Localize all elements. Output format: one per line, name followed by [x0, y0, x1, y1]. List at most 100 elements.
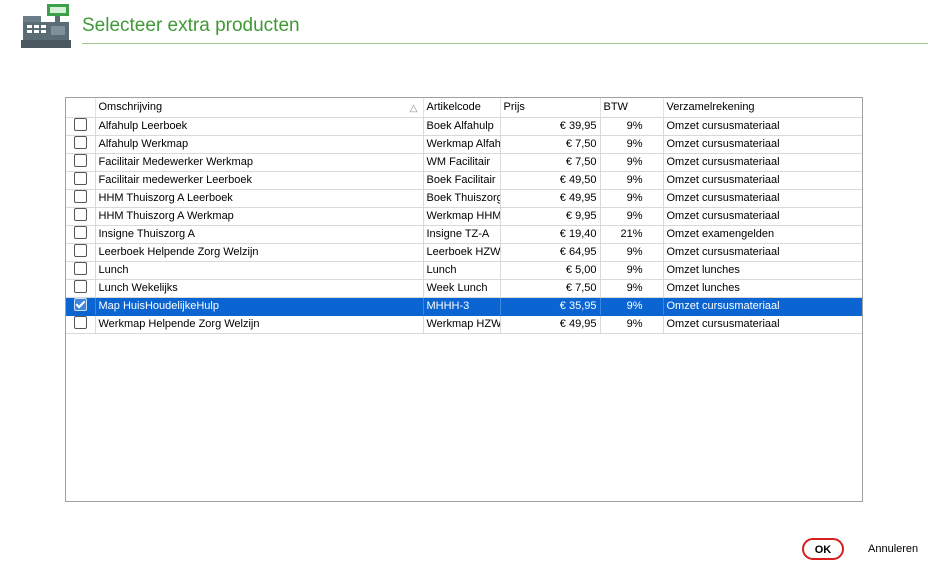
cell-btw: 9%: [600, 297, 664, 316]
cell-omschrijving: HHM Thuiszorg A Werkmap: [95, 207, 424, 226]
cell-btw: 9%: [600, 189, 664, 208]
column-header-artikelcode[interactable]: Artikelcode: [423, 98, 501, 118]
row-checkbox[interactable]: [73, 298, 87, 312]
cell-btw: 9%: [600, 207, 664, 226]
table-row[interactable]: Werkmap Helpende Zorg Welzijn Werkmap HZW…: [66, 315, 862, 334]
column-header-btw[interactable]: BTW: [600, 98, 664, 118]
cell-artikelcode: Week Lunch: [423, 279, 501, 298]
row-checkbox[interactable]: [73, 280, 87, 294]
cell-omschrijving: HHM Thuiszorg A Leerboek: [95, 189, 424, 208]
cell-prijs: € 7,50: [500, 153, 601, 172]
sort-ascending-icon: △: [409, 103, 418, 114]
cell-btw: 9%: [600, 135, 664, 154]
cell-prijs: € 49,95: [500, 315, 601, 334]
row-checkbox-cell[interactable]: [66, 225, 96, 244]
table-row[interactable]: Insigne Thuiszorg A Insigne TZ-A € 19,40 21…: [66, 225, 862, 244]
cell-prijs: € 7,50: [500, 135, 601, 154]
cell-verzamelrekening: Omzet cursusmateriaal: [663, 189, 862, 208]
cell-btw: 9%: [600, 171, 664, 190]
cell-omschrijving: Leerboek Helpende Zorg Welzijn: [95, 243, 424, 262]
table-row[interactable]: Alfahulp Leerboek Boek Alfahulp € 39,95 9% O…: [66, 117, 862, 136]
column-header-verzamelrekening[interactable]: Verzamelrekening: [663, 98, 862, 118]
row-checkbox-cell[interactable]: [66, 315, 96, 334]
row-checkbox[interactable]: [73, 154, 87, 168]
table-row[interactable]: HHM Thuiszorg A Werkmap Werkmap HHM € 9,95…: [66, 207, 862, 226]
products-table: Omschrijving △ Artikelcode Prijs BTW Verz…: [66, 98, 862, 334]
row-checkbox[interactable]: [73, 118, 87, 132]
row-checkbox-cell[interactable]: [66, 261, 96, 280]
column-header-omschrijving[interactable]: Omschrijving △: [95, 98, 424, 118]
cell-prijs: € 5,00: [500, 261, 601, 280]
cell-artikelcode: Boek Alfahulp: [423, 117, 501, 136]
cell-verzamelrekening: Omzet cursusmateriaal: [663, 297, 862, 316]
row-checkbox-cell[interactable]: [66, 243, 96, 262]
cell-artikelcode: WM Facilitair: [423, 153, 501, 172]
table-row[interactable]: Facilitair medewerker Leerboek Boek Facil…: [66, 171, 862, 190]
cell-omschrijving: Facilitair medewerker Leerboek: [95, 171, 424, 190]
cell-artikelcode: Werkmap HHM: [423, 207, 501, 226]
row-checkbox[interactable]: [73, 244, 87, 258]
header-row: Omschrijving △ Artikelcode Prijs BTW Verz…: [66, 98, 862, 118]
row-checkbox-cell[interactable]: [66, 297, 96, 316]
cell-verzamelrekening: Omzet cursusmateriaal: [663, 153, 862, 172]
row-checkbox[interactable]: [73, 136, 87, 150]
cell-artikelcode: Leerboek HZW: [423, 243, 501, 262]
row-checkbox-cell[interactable]: [66, 189, 96, 208]
cell-btw: 9%: [600, 117, 664, 136]
header-divider: [82, 43, 928, 44]
table-row[interactable]: Lunch Wekelijks Week Lunch € 7,50 9% Omzet l…: [66, 279, 862, 298]
cell-prijs: € 49,50: [500, 171, 601, 190]
cell-artikelcode: Boek Thuiszorg: [423, 189, 501, 208]
cell-omschrijving: Facilitair Medewerker Werkmap: [95, 153, 424, 172]
cell-artikelcode: Insigne TZ-A: [423, 225, 501, 244]
row-checkbox[interactable]: [73, 262, 87, 276]
table-row[interactable]: HHM Thuiszorg A Leerboek Boek Thuiszorg € …: [66, 189, 862, 208]
cell-prijs: € 39,95: [500, 117, 601, 136]
row-checkbox-cell[interactable]: [66, 279, 96, 298]
cell-omschrijving: Werkmap Helpende Zorg Welzijn: [95, 315, 424, 334]
cell-artikelcode: MHHH-3: [423, 297, 501, 316]
column-header-select[interactable]: [66, 98, 96, 118]
cell-btw: 9%: [600, 315, 664, 334]
row-checkbox[interactable]: [73, 316, 87, 330]
cell-omschrijving: Lunch: [95, 261, 424, 280]
page-title: Selecteer extra producten: [82, 15, 300, 36]
cash-register-icon: [21, 4, 71, 48]
cell-btw: 21%: [600, 225, 664, 244]
table-row[interactable]: Lunch Lunch € 5,00 9% Omzet lunches: [66, 261, 862, 280]
cell-btw: 9%: [600, 243, 664, 262]
column-header-label: Omschrijving: [98, 100, 163, 113]
cell-verzamelrekening: Omzet cursusmateriaal: [663, 117, 862, 136]
row-checkbox[interactable]: [73, 226, 87, 240]
cell-omschrijving: Map HuisHoudelijkeHulp: [95, 297, 424, 316]
column-header-prijs[interactable]: Prijs: [500, 98, 601, 118]
ok-button[interactable]: OK: [802, 538, 844, 560]
row-checkbox-cell[interactable]: [66, 117, 96, 136]
cell-omschrijving: Insigne Thuiszorg A: [95, 225, 424, 244]
table-row[interactable]: Map HuisHoudelijkeHulp MHHH-3 € 35,95 9% Omz…: [66, 297, 862, 316]
cell-verzamelrekening: Omzet lunches: [663, 261, 862, 280]
cell-verzamelrekening: Omzet cursusmateriaal: [663, 207, 862, 226]
row-checkbox-cell[interactable]: [66, 207, 96, 226]
table-row[interactable]: Alfahulp Werkmap Werkmap Alfah € 7,50 9% Omz…: [66, 135, 862, 154]
cell-btw: 9%: [600, 153, 664, 172]
table-row[interactable]: Leerboek Helpende Zorg Welzijn Leerboek H…: [66, 243, 862, 262]
cancel-button[interactable]: Annuleren: [868, 538, 918, 560]
cell-verzamelrekening: Omzet lunches: [663, 279, 862, 298]
row-checkbox-cell[interactable]: [66, 153, 96, 172]
cell-prijs: € 7,50: [500, 279, 601, 298]
row-checkbox-cell[interactable]: [66, 135, 96, 154]
row-checkbox-cell[interactable]: [66, 171, 96, 190]
cell-verzamelrekening: Omzet cursusmateriaal: [663, 135, 862, 154]
products-grid[interactable]: Omschrijving △ Artikelcode Prijs BTW Verz…: [65, 97, 863, 502]
cell-omschrijving: Alfahulp Leerboek: [95, 117, 424, 136]
cell-artikelcode: Lunch: [423, 261, 501, 280]
row-checkbox[interactable]: [73, 172, 87, 186]
cell-artikelcode: Werkmap HZW: [423, 315, 501, 334]
table-row[interactable]: Facilitair Medewerker Werkmap WM Facilita…: [66, 153, 862, 172]
row-checkbox[interactable]: [73, 208, 87, 222]
cell-prijs: € 49,95: [500, 189, 601, 208]
row-checkbox[interactable]: [73, 190, 87, 204]
cell-verzamelrekening: Omzet examengelden: [663, 225, 862, 244]
cell-omschrijving: Lunch Wekelijks: [95, 279, 424, 298]
